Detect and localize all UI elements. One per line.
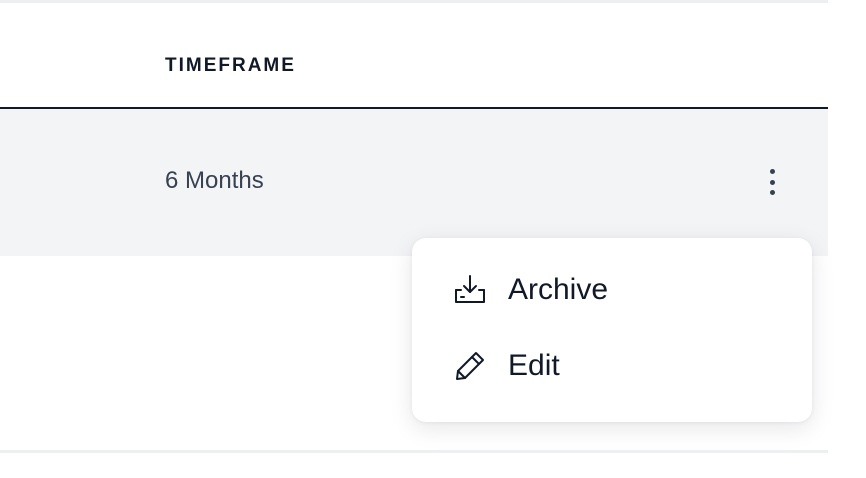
table-bottom-divider	[0, 450, 828, 453]
timeframe-cell: 6 Months	[165, 167, 264, 194]
table-header-row: TIMEFRAME	[0, 3, 828, 109]
row-actions-menu: Archive Edit	[412, 238, 812, 422]
menu-item-edit[interactable]: Edit	[452, 348, 560, 384]
menu-item-label: Edit	[508, 349, 560, 382]
menu-item-label: Archive	[508, 273, 609, 306]
table-row[interactable]: 6 Months	[0, 109, 828, 256]
more-vertical-icon-dot	[769, 179, 775, 185]
archive-download-icon	[455, 275, 485, 303]
menu-item-archive[interactable]: Archive	[452, 272, 608, 308]
more-options-button[interactable]	[756, 165, 788, 199]
more-vertical-icon-dot	[769, 190, 775, 195]
more-vertical-icon	[769, 169, 775, 174]
column-header-timeframe[interactable]: TIMEFRAME	[165, 55, 296, 77]
page: TIMEFRAME 6 Months Archive Edit	[0, 0, 866, 478]
pencil-icon	[456, 352, 484, 380]
